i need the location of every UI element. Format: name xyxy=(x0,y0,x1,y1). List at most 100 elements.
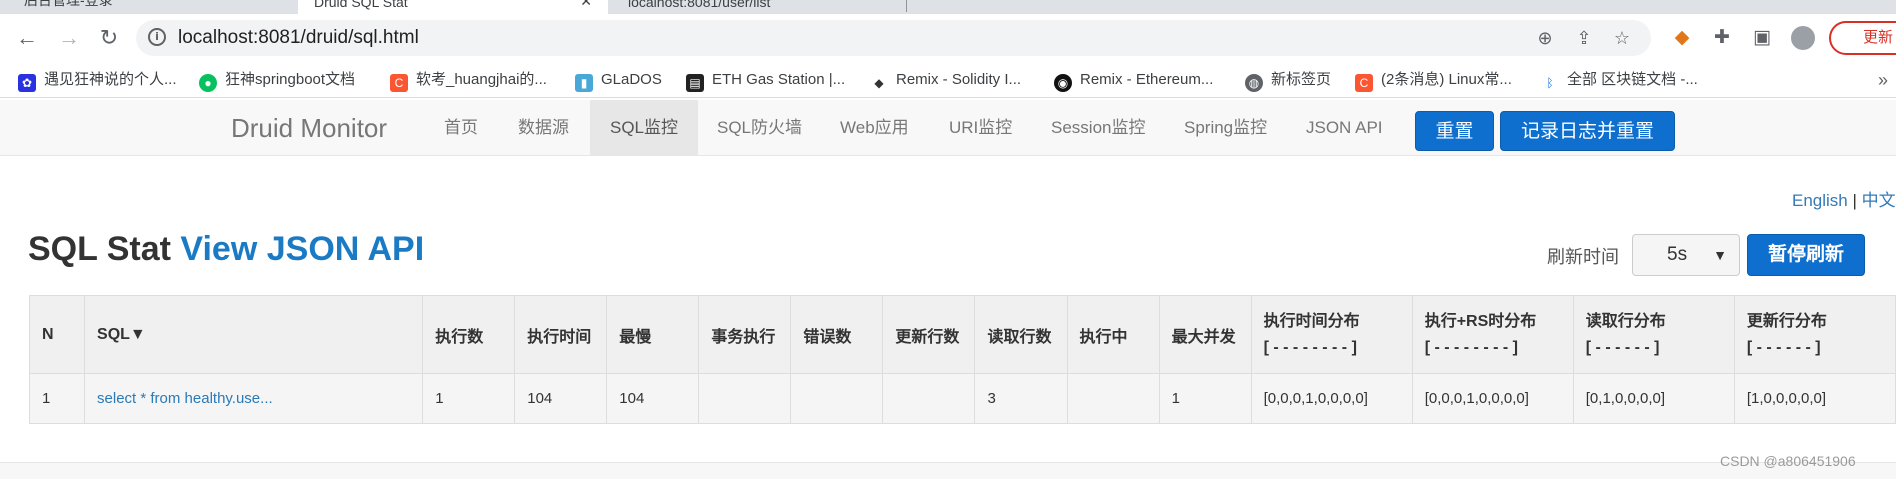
reload-icon[interactable]: ↻ xyxy=(94,23,124,53)
col-header-n[interactable]: N xyxy=(28,295,86,374)
refresh-interval-value: 5s xyxy=(1667,244,1688,265)
metamask-fox-icon[interactable]: ◆ xyxy=(1670,26,1694,50)
tab-title: 后台管理-登录 xyxy=(24,0,113,8)
chevron-right-icon[interactable]: » xyxy=(1878,62,1888,98)
nav-datasource[interactable]: 数据源 xyxy=(518,100,569,156)
cell-update-rows xyxy=(882,373,976,424)
bluetooth-like-icon: ᛒ xyxy=(1546,76,1554,90)
hist-title: 执行+RS时分布 xyxy=(1424,312,1537,330)
refresh-interval-select[interactable]: 5s ▼ xyxy=(1632,234,1740,276)
col-header-fetch-rows[interactable]: 读取行数 xyxy=(974,295,1068,374)
druid-navbar: Druid Monitor 首页 数据源 SQL监控 SQL防火墙 Web应用 … xyxy=(0,100,1896,156)
language-switch: English | 中文 xyxy=(1792,186,1896,211)
cell-n: 1 xyxy=(28,373,86,424)
globe-icon: ◍ xyxy=(1245,74,1263,92)
gas-pump-icon: ▤ xyxy=(686,74,704,92)
tab-title: Druid SQL Stat xyxy=(314,0,408,10)
bookmark-label: Remix - Ethereum... xyxy=(1080,71,1214,88)
bookmark-label: GLaDOS xyxy=(601,71,662,88)
bookmark-item[interactable]: ▤ ETH Gas Station |... xyxy=(686,62,845,98)
table-row: 1 select * from healthy.use... 1 104 104… xyxy=(28,373,1896,424)
tab-title: localhost:8081/user/list xyxy=(628,0,771,10)
col-header-running[interactable]: 执行中 xyxy=(1066,295,1160,374)
page-title: SQL Stat View JSON API xyxy=(28,230,424,269)
bookmark-item[interactable]: C (2条消息) Linux常... xyxy=(1355,62,1512,98)
col-header-exec-hist[interactable]: 执行时间分布 [ - - - - - - - - ] xyxy=(1250,295,1413,374)
nav-json-api[interactable]: JSON API xyxy=(1306,100,1383,156)
bookmark-item[interactable]: ● 狂神springboot文档 xyxy=(199,62,355,98)
col-header-update-rows[interactable]: 更新行数 xyxy=(882,295,976,374)
close-icon[interactable]: ✕ xyxy=(580,0,592,10)
cell-fetch-rows: 3 xyxy=(974,373,1068,424)
puzzle-extensions-icon[interactable]: ✚ xyxy=(1710,26,1734,50)
sql-detail-link[interactable]: select * from healthy.use... xyxy=(97,390,273,407)
brand-title[interactable]: Druid Monitor xyxy=(231,100,387,156)
page-title-text: SQL Stat xyxy=(28,230,171,268)
col-header-update-hist[interactable]: 更新行分布 [ - - - - - - ] xyxy=(1733,295,1896,374)
nav-sql-firewall[interactable]: SQL防火墙 xyxy=(717,100,802,156)
lang-english-link[interactable]: English xyxy=(1792,191,1848,210)
browser-tab[interactable]: localhost:8081/user/list xyxy=(612,0,902,14)
bookmark-item[interactable]: ◉ Remix - Ethereum... xyxy=(1054,62,1213,98)
hist-title: 更新行分布 xyxy=(1746,312,1827,330)
share-icon[interactable]: ⇪ xyxy=(1572,26,1596,50)
bookmark-item[interactable]: ✿ 遇见狂神说的个人... xyxy=(18,62,177,98)
nav-session-monitor[interactable]: Session监控 xyxy=(1051,100,1145,156)
bookmark-label: 狂神springboot文档 xyxy=(225,71,356,88)
cell-exec-time: 104 xyxy=(514,373,608,424)
bookmark-item[interactable]: ᛒ 全部 区块链文档 -... xyxy=(1541,62,1697,98)
log-and-reset-button[interactable]: 记录日志并重置 xyxy=(1500,111,1675,151)
col-header-sql[interactable]: SQL▼ xyxy=(84,295,424,374)
bookmark-item[interactable]: C 软考_huangjhai的... xyxy=(390,62,547,98)
remix-icon: ◉ xyxy=(1054,74,1072,92)
nav-uri-monitor[interactable]: URI监控 xyxy=(949,100,1012,156)
side-panel-icon[interactable]: ▣ xyxy=(1750,26,1774,50)
hist-buckets: [ - - - - - - ] xyxy=(1746,338,1821,356)
update-button[interactable]: 更新 xyxy=(1829,21,1896,55)
view-json-api-link[interactable]: View JSON API xyxy=(180,230,424,268)
col-header-errors[interactable]: 错误数 xyxy=(790,295,884,374)
csdn-c-icon: C xyxy=(390,74,408,92)
nav-sql-monitor[interactable]: SQL监控 xyxy=(590,100,699,156)
star-icon[interactable]: ☆ xyxy=(1610,26,1634,50)
refresh-interval-label: 刷新时间 xyxy=(1547,247,1619,267)
bookmark-item[interactable]: ▮ GLaDOS xyxy=(575,62,662,98)
nav-web-app[interactable]: Web应用 xyxy=(840,100,909,156)
table-header-row: N SQL▼ 执行数 执行时间 最慢 事务执行 错误数 更新行数 读取行数 执行… xyxy=(28,295,1896,374)
hist-buckets: [ - - - - - - ] xyxy=(1585,338,1660,356)
col-header-slowest[interactable]: 最慢 xyxy=(606,295,700,374)
zoom-icon[interactable]: ⊕ xyxy=(1533,26,1557,50)
bookmark-label: (2条消息) Linux常... xyxy=(1381,71,1512,88)
forward-arrow-icon[interactable]: → xyxy=(54,23,84,53)
browser-tab-active[interactable]: Druid SQL Stat ✕ xyxy=(298,0,608,14)
col-header-exec-count[interactable]: 执行数 xyxy=(422,295,516,374)
nav-spring-monitor[interactable]: Spring监控 xyxy=(1184,100,1267,156)
pause-refresh-button[interactable]: 暂停刷新 xyxy=(1747,234,1865,276)
col-header-max-concurrent[interactable]: 最大并发 xyxy=(1158,295,1252,374)
bookmark-item[interactable]: ◍ 新标签页 xyxy=(1245,62,1331,98)
col-header-txn[interactable]: 事务执行 xyxy=(698,295,792,374)
col-header-exec-rs-hist[interactable]: 执行+RS时分布 [ - - - - - - - - ] xyxy=(1411,295,1574,374)
col-header-exec-time[interactable]: 执行时间 xyxy=(514,295,608,374)
cell-fetch-hist: [0,1,0,0,0,0] xyxy=(1572,373,1735,424)
cell-exec-count: 1 xyxy=(422,373,516,424)
bookmark-label: 新标签页 xyxy=(1271,71,1332,88)
cell-exec-rs-hist: [0,0,0,1,0,0,0,0] xyxy=(1411,373,1574,424)
lang-chinese-link[interactable]: 中文 xyxy=(1862,191,1896,210)
nav-home[interactable]: 首页 xyxy=(444,100,478,156)
bookmark-label: 软考_huangjhai的... xyxy=(416,71,547,88)
info-icon[interactable]: i xyxy=(148,28,166,46)
col-header-fetch-hist[interactable]: 读取行分布 [ - - - - - - ] xyxy=(1572,295,1735,374)
browser-tab[interactable]: 后台管理-登录 xyxy=(8,0,298,14)
address-bar[interactable]: i localhost:8081/druid/sql.html ⊕ ⇪ ☆ xyxy=(136,20,1651,56)
url-text[interactable]: localhost:8081/druid/sql.html xyxy=(178,20,419,56)
profile-avatar[interactable] xyxy=(1791,26,1815,50)
bookmark-item[interactable]: ◆ Remix - Solidity I... xyxy=(870,62,1021,98)
bookmark-label: Remix - Solidity I... xyxy=(896,71,1022,88)
tab-divider xyxy=(906,0,907,12)
back-arrow-icon[interactable]: ← xyxy=(12,23,42,53)
browser-toolbar: ← → ↻ i localhost:8081/druid/sql.html ⊕ … xyxy=(0,14,1896,62)
reset-button[interactable]: 重置 xyxy=(1415,111,1494,151)
cell-sql: select * from healthy.use... xyxy=(84,373,424,424)
watermark: CSDN @a806451906 xyxy=(1720,453,1856,469)
